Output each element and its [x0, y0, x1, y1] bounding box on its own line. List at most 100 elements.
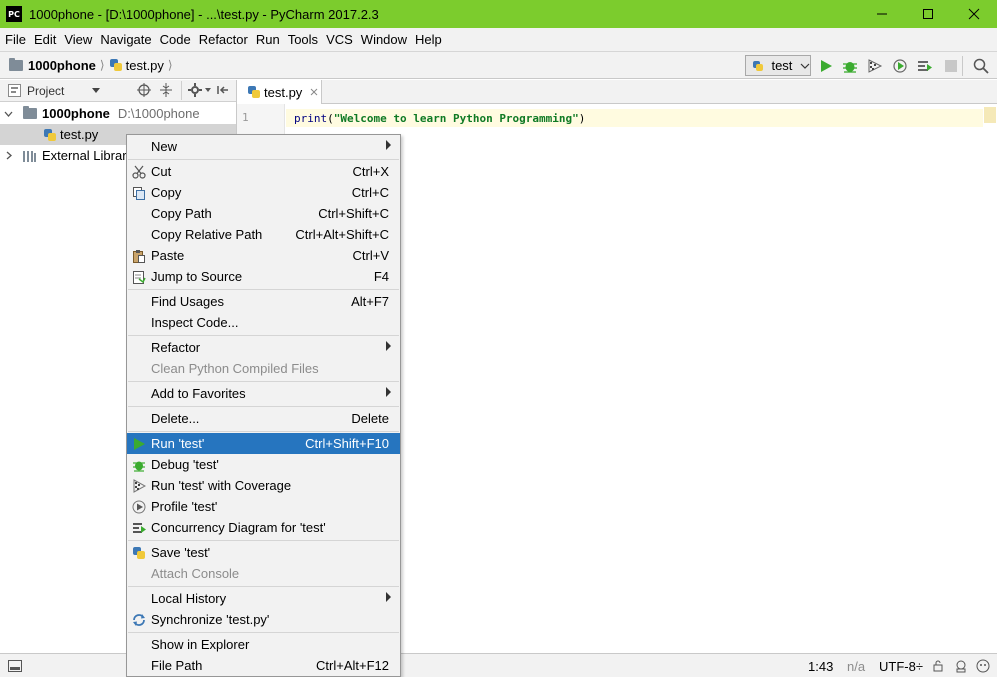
menu-help[interactable]: Help [411, 32, 446, 47]
menu-item-shortcut: Ctrl+Shift+C [318, 206, 389, 221]
menu-item-label: Refactor [151, 340, 201, 355]
menu-item-label: Paste [151, 248, 185, 263]
menu-run[interactable]: Run [252, 32, 284, 47]
hide-panel-button[interactable] [215, 83, 229, 100]
menu-item-paste[interactable]: Paste Ctrl+V [127, 245, 400, 266]
menu-item-copy-relative-path[interactable]: Copy Relative Path Ctrl+Alt+Shift+C [127, 224, 400, 245]
python-file-icon [43, 128, 57, 142]
menu-item-run-with-coverage[interactable]: Run 'test' with Coverage [127, 475, 400, 496]
menu-item-debug-test[interactable]: Debug 'test' [127, 454, 400, 475]
event-log-icon[interactable] [976, 659, 990, 673]
menu-item-add-to-favorites[interactable]: Add to Favorites [127, 383, 400, 404]
concurrency-icon [918, 61, 932, 71]
tab-test-py[interactable]: test.py [237, 80, 322, 104]
inspector-icon[interactable] [954, 659, 968, 673]
menu-separator [128, 381, 399, 382]
close-button[interactable] [951, 0, 997, 28]
breadcrumb-project[interactable]: 1000phone [9, 57, 96, 73]
menu-item-profile-test[interactable]: Profile 'test' [127, 496, 400, 517]
menu-item-shortcut: Ctrl+X [352, 164, 389, 179]
collapse-all-button[interactable] [159, 83, 173, 100]
submenu-arrow-icon [386, 387, 391, 397]
settings-button[interactable] [188, 83, 211, 97]
menu-item-find-usages[interactable]: Find Usages Alt+F7 [127, 291, 400, 312]
chevron-right-icon [6, 151, 12, 160]
menu-item-label: Clean Python Compiled Files [151, 361, 319, 376]
maximize-button[interactable] [905, 0, 951, 28]
debug-icon [843, 62, 857, 73]
menu-item-shortcut: Alt+F7 [351, 294, 389, 309]
run-icon [131, 436, 146, 451]
menu-separator [128, 289, 399, 290]
project-view-icon [8, 84, 21, 97]
menu-item-refactor[interactable]: Refactor [127, 337, 400, 358]
breadcrumb-file[interactable]: test.py [109, 58, 164, 73]
line-separator[interactable]: n/a [847, 659, 865, 674]
menu-item-copy-path[interactable]: Copy Path Ctrl+Shift+C [127, 203, 400, 224]
menu-item-label: Delete... [151, 411, 200, 426]
folder-icon [23, 106, 37, 119]
menu-item-label: Add to Favorites [151, 386, 246, 401]
menu-item-delete[interactable]: Delete... Delete [127, 408, 400, 429]
python-icon [131, 545, 146, 560]
menu-code[interactable]: Code [156, 32, 195, 47]
menu-item-label: Cut [151, 164, 172, 179]
close-tab-icon[interactable] [310, 88, 318, 96]
menu-edit[interactable]: Edit [30, 32, 60, 47]
stop-button[interactable] [941, 56, 961, 76]
run-config-select[interactable]: test [745, 55, 811, 76]
coverage-button[interactable] [865, 56, 885, 76]
coverage-icon [868, 59, 883, 73]
menu-item-concurrency-diagram[interactable]: Concurrency Diagram for 'test' [127, 517, 400, 538]
submenu-arrow-icon [386, 592, 391, 602]
menu-file[interactable]: File [1, 32, 30, 47]
breadcrumb-separator-icon: ⟩ [99, 58, 105, 72]
locate-file-button[interactable] [137, 83, 151, 100]
tree-item-root[interactable]: 1000phone D:\1000phone [0, 103, 236, 124]
menu-item-synchronize[interactable]: Synchronize 'test.py' [127, 609, 400, 630]
lock-icon[interactable] [932, 660, 944, 672]
menu-item-label: Inspect Code... [151, 315, 239, 330]
menu-item-label: Profile 'test' [151, 499, 218, 514]
menu-vcs[interactable]: VCS [322, 32, 357, 47]
menu-item-shortcut: Ctrl+Alt+F12 [316, 658, 389, 673]
concurrency-icon [131, 520, 146, 535]
menu-view[interactable]: View [60, 32, 96, 47]
collapse-all-icon [160, 83, 172, 97]
menu-navigate[interactable]: Navigate [96, 32, 155, 47]
navigation-bar: 1000phone ⟩ test.py ⟩ test [0, 51, 997, 79]
minimize-button[interactable] [859, 0, 905, 28]
menu-item-save-test[interactable]: Save 'test' [127, 542, 400, 563]
menu-item-inspect-code[interactable]: Inspect Code... [127, 312, 400, 333]
cursor-position[interactable]: 1:43 [808, 659, 833, 674]
search-everywhere-button[interactable] [971, 56, 991, 76]
debug-button[interactable] [840, 56, 860, 76]
menu-separator [128, 406, 399, 407]
menu-item-copy[interactable]: Copy Ctrl+C [127, 182, 400, 203]
file-encoding[interactable]: UTF-8÷ [879, 659, 923, 674]
run-button[interactable] [816, 56, 836, 76]
code-line[interactable]: print("Welcome to learn Python Programmi… [286, 109, 983, 127]
menu-separator [128, 335, 399, 336]
tool-window-toggle-icon[interactable] [8, 660, 22, 672]
concurrency-button[interactable] [915, 56, 935, 76]
menu-item-new[interactable]: New [127, 136, 400, 157]
menu-item-file-path[interactable]: File Path Ctrl+Alt+F12 [127, 655, 400, 676]
window-title: 1000phone - [D:\1000phone] - ...\test.py… [29, 6, 379, 22]
menu-item-local-history[interactable]: Local History [127, 588, 400, 609]
menu-separator [128, 540, 399, 541]
python-config-icon [752, 60, 763, 72]
menu-refactor[interactable]: Refactor [195, 32, 252, 47]
menu-item-jump-to-source[interactable]: Jump to Source F4 [127, 266, 400, 287]
tab-label: test.py [264, 84, 303, 100]
menu-item-show-in-explorer[interactable]: Show in Explorer [127, 634, 400, 655]
menu-item-label: New [151, 139, 178, 154]
profile-button[interactable] [890, 56, 910, 76]
menu-item-cut[interactable]: Cut Ctrl+X [127, 161, 400, 182]
menu-window[interactable]: Window [357, 32, 411, 47]
menu-tools[interactable]: Tools [284, 32, 322, 47]
project-view-select[interactable]: Project [8, 84, 101, 98]
scissors-icon [131, 164, 146, 179]
menu-item-label: Concurrency Diagram for 'test' [151, 520, 326, 535]
menu-item-run-test[interactable]: Run 'test' Ctrl+Shift+F10 [127, 433, 400, 454]
